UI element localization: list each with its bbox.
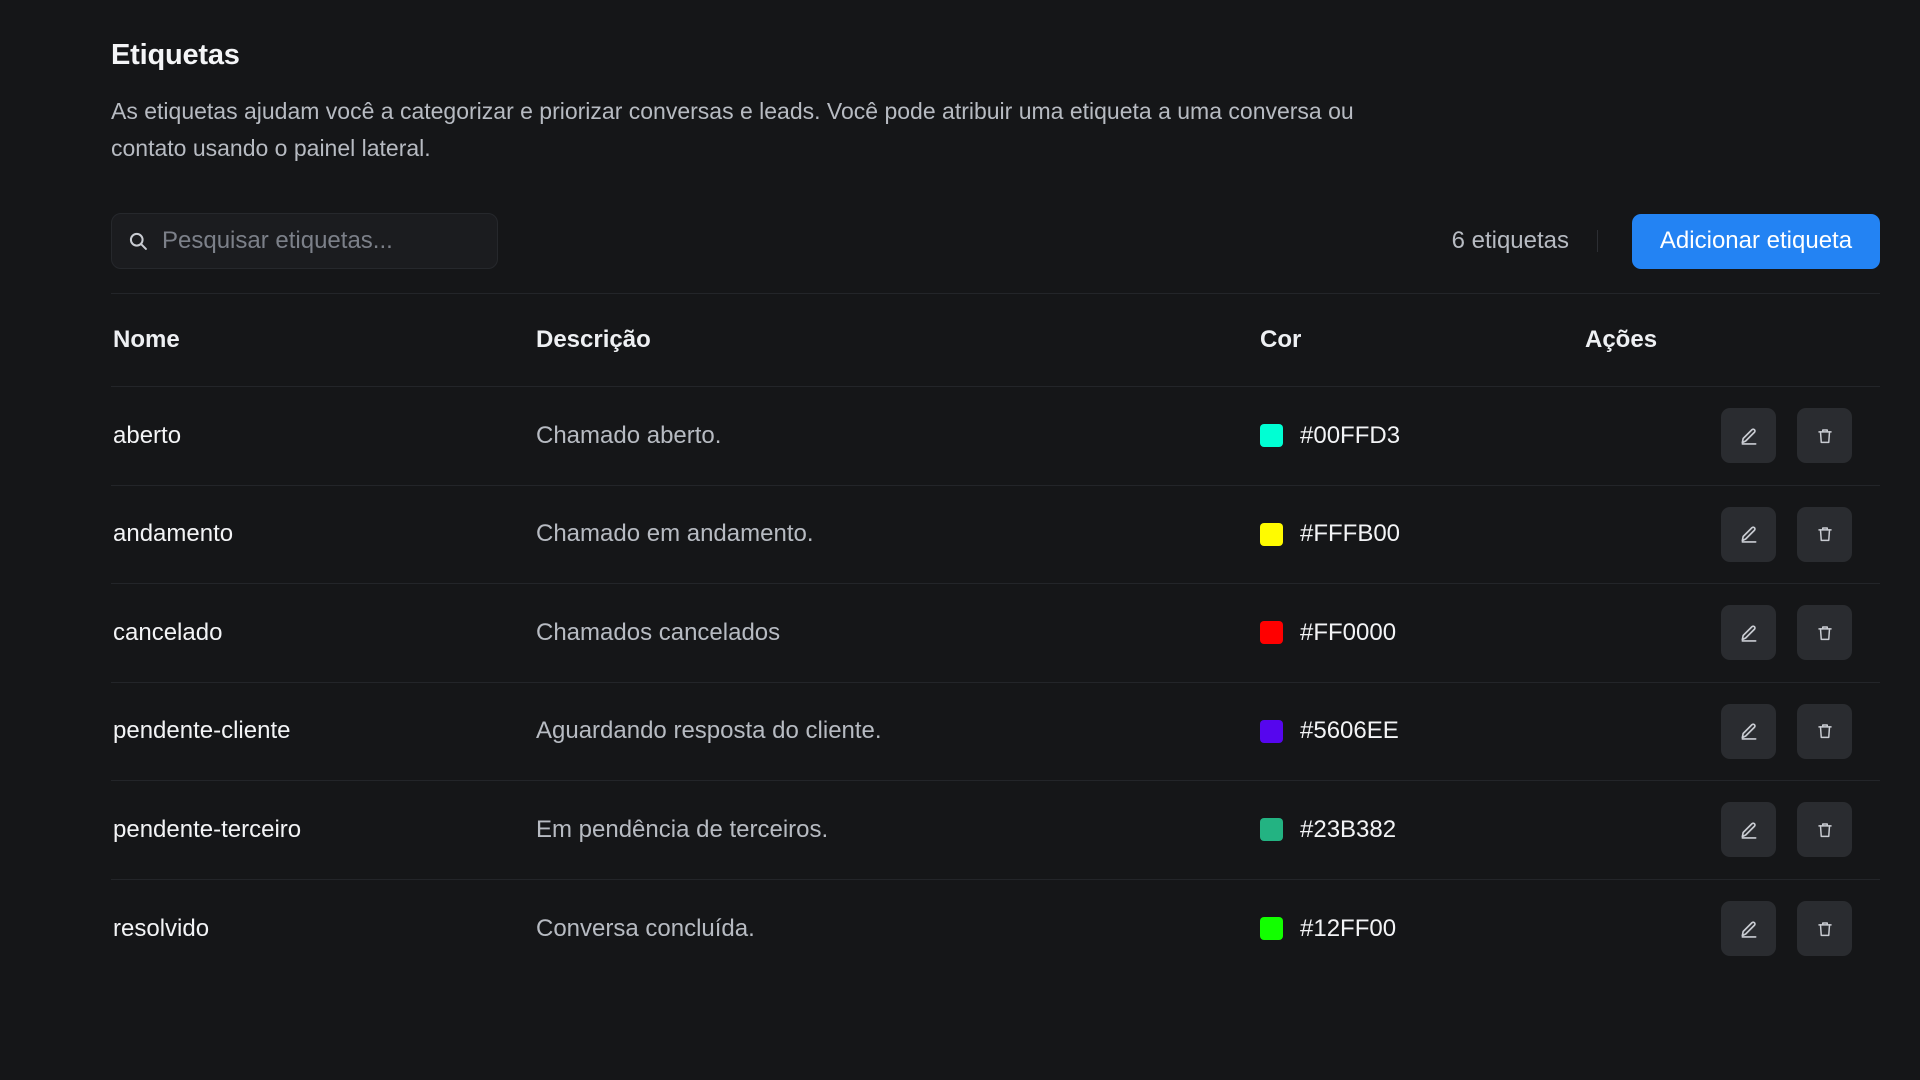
color-swatch [1260, 621, 1283, 645]
edit-icon [1741, 723, 1756, 740]
trash-icon [1817, 724, 1832, 739]
color-swatch [1260, 818, 1283, 842]
table-header: Nome Descrição Cor Ações [111, 294, 1880, 387]
table-row: andamento Chamado em andamento. #FFFB00 [111, 486, 1880, 584]
color-swatch [1260, 719, 1283, 743]
header-actions: Ações [1585, 326, 1658, 353]
color-hex: #23B382 [1300, 815, 1397, 843]
label-name: pendente-terceiro [113, 815, 302, 843]
edit-icon [1741, 526, 1756, 543]
color-hex: #FFFB00 [1300, 520, 1401, 548]
search-icon [129, 232, 147, 250]
edit-icon [1741, 822, 1756, 839]
labels-count: 6 etiquetas [1452, 229, 1598, 253]
trash-icon [1817, 429, 1832, 443]
edit-label-button[interactable] [1721, 901, 1776, 957]
label-color: #12FF00 [1260, 915, 1585, 943]
labels-table: Nome Descrição Cor Ações aberto Chamado … [111, 293, 1880, 978]
label-name: andamento [113, 520, 234, 548]
row-actions [1585, 506, 1880, 562]
color-hex: #00FFD3 [1300, 421, 1401, 449]
label-description: Conversa concluída. [536, 914, 755, 942]
edit-label-button[interactable] [1721, 605, 1776, 661]
delete-label-button[interactable] [1797, 901, 1852, 957]
color-swatch [1260, 917, 1283, 941]
label-name: cancelado [113, 618, 223, 646]
delete-label-button[interactable] [1797, 605, 1852, 661]
label-description: Aguardando resposta do cliente. [536, 717, 882, 745]
search-input[interactable] [148, 214, 497, 268]
row-actions [1585, 703, 1880, 759]
label-name: resolvido [113, 914, 210, 942]
label-description: Em pendência de terceiros. [536, 815, 829, 843]
edit-label-button[interactable] [1721, 802, 1776, 858]
delete-label-button[interactable] [1797, 506, 1852, 562]
row-actions [1585, 408, 1880, 464]
page-title: Etiquetas [111, 39, 240, 71]
row-actions [1585, 802, 1880, 858]
table-body: aberto Chamado aberto. #00FFD3 andamento… [111, 387, 1880, 978]
toolbar: 6 etiquetas Adicionar etiqueta [111, 213, 1880, 269]
label-color: #23B382 [1260, 816, 1585, 844]
color-hex: #5606EE [1300, 717, 1399, 745]
row-actions-group [1721, 703, 1880, 759]
trash-icon [1817, 922, 1832, 936]
delete-label-button[interactable] [1797, 408, 1852, 464]
label-name: pendente-cliente [113, 717, 291, 745]
row-actions-group [1721, 506, 1880, 562]
table-row: aberto Chamado aberto. #00FFD3 [111, 387, 1880, 486]
table-row: pendente-cliente Aguardando resposta do … [111, 683, 1880, 781]
edit-icon [1741, 428, 1756, 445]
trash-icon [1817, 626, 1832, 640]
label-color: #00FFD3 [1260, 422, 1585, 450]
label-description: Chamado em andamento. [536, 520, 814, 548]
header-description: Descrição [536, 326, 651, 353]
edit-label-button[interactable] [1721, 506, 1776, 562]
header-name: Nome [113, 326, 180, 353]
row-actions-group [1721, 605, 1880, 661]
delete-label-button[interactable] [1797, 802, 1852, 858]
labels-settings-page: Etiquetas As etiquetas ajudam você a cat… [0, 0, 1920, 1080]
color-hex: #FF0000 [1300, 618, 1397, 646]
color-hex: #12FF00 [1300, 914, 1397, 942]
edit-icon [1741, 625, 1756, 642]
label-description: Chamados cancelados [536, 618, 781, 646]
label-color: #FFFB00 [1260, 520, 1585, 548]
trash-icon [1817, 823, 1832, 837]
label-color: #5606EE [1260, 717, 1585, 745]
color-swatch [1260, 522, 1283, 546]
page-description: As etiquetas ajudam você a categorizar e… [111, 98, 1354, 161]
label-description: Chamado aberto. [536, 421, 722, 449]
row-actions-group [1721, 901, 1880, 957]
label-color: #FF0000 [1260, 619, 1585, 647]
row-actions [1585, 901, 1880, 957]
table-row: pendente-terceiro Em pendência de tercei… [111, 781, 1880, 880]
edit-label-button[interactable] [1721, 408, 1776, 464]
search-box[interactable] [111, 213, 498, 269]
delete-label-button[interactable] [1797, 703, 1852, 759]
row-actions-group [1721, 802, 1880, 858]
add-label-button[interactable]: Adicionar etiqueta [1632, 213, 1880, 269]
trash-icon [1817, 527, 1832, 542]
row-actions [1585, 605, 1880, 661]
color-swatch [1260, 424, 1283, 448]
header-color: Cor [1260, 326, 1302, 353]
table-row: resolvido Conversa concluída. #12FF00 [111, 880, 1880, 979]
table-row: cancelado Chamados cancelados #FF0000 [111, 584, 1880, 683]
row-actions-group [1721, 408, 1880, 464]
edit-label-button[interactable] [1721, 703, 1776, 759]
label-name: aberto [113, 421, 182, 449]
edit-icon [1741, 921, 1756, 938]
